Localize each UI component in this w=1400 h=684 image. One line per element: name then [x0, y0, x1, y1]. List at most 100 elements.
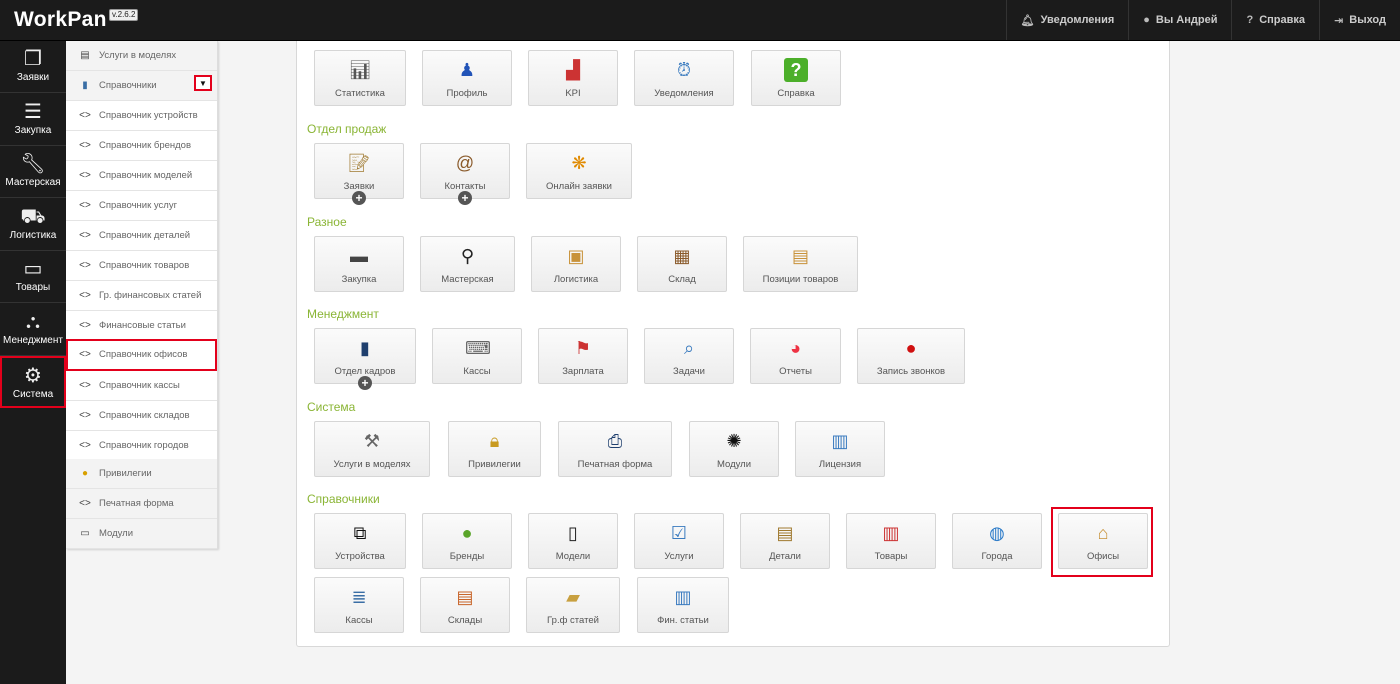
logout-link[interactable]: ⇥ Выход [1319, 0, 1400, 40]
checklist-icon: ☑ [670, 523, 688, 543]
code-icon: <> [79, 410, 91, 421]
tile-services[interactable]: ☑ Услуги [634, 513, 724, 569]
nav-logistics[interactable]: ⛟ Логистика [0, 199, 66, 251]
plus-icon[interactable]: + [352, 191, 366, 205]
tile-contacts[interactable]: @ Контакты + [420, 143, 510, 205]
submenu-fin-items[interactable]: <> Финансовые статьи [66, 311, 217, 341]
submenu-services-in-models[interactable]: ▤ Услуги в моделях [66, 41, 217, 71]
tile-print-form[interactable]: ⎙ Печатная форма [558, 421, 672, 477]
nav-workshop[interactable]: 🔧︎ Мастерская [0, 146, 66, 198]
tile-label: Устройства [335, 551, 385, 562]
tile-cities[interactable]: ◍ Города [952, 513, 1042, 569]
tile-label: Офисы [1086, 551, 1120, 562]
submenu-print-form[interactable]: <> Печатная форма [66, 489, 217, 519]
chevron-down-icon[interactable]: ▼ [194, 75, 212, 91]
tile-logistics[interactable]: ▣ Логистика [531, 236, 621, 292]
nav-goods[interactable]: ▭ Товары [0, 251, 66, 303]
submenu-services[interactable]: <> Справочник услуг [66, 191, 217, 221]
nav-requests[interactable]: ❐ Заявки [0, 41, 66, 93]
submenu-fin-groups[interactable]: <> Гр. финансовых статей [66, 281, 217, 311]
submenu-models[interactable]: <> Справочник моделей [66, 161, 217, 191]
tile-warehouses[interactable]: ▤ Склады [420, 577, 510, 633]
tile-fin-groups[interactable]: ▰ Гр.ф статей [526, 577, 620, 633]
user-link[interactable]: ● Вы Андрей [1128, 0, 1231, 40]
tile-privileges[interactable]: 🔒︎ Привилегии [448, 421, 541, 477]
org-chart-icon: ⛬ [26, 311, 40, 333]
presentation-icon: 📊︎ [348, 60, 372, 80]
globe-icon: ◍ [989, 523, 1005, 543]
tile-fin-items[interactable]: ▥ Фин. статьи [637, 577, 729, 633]
tile-label: Лицензия [818, 459, 862, 470]
phone-icon: ▯ [568, 523, 578, 543]
tile-label: KPI [565, 88, 581, 99]
tile-label: Онлайн заявки [546, 181, 612, 192]
nav-purchase[interactable]: ☰ Закупка [0, 94, 66, 146]
tile-label: Печатная форма [577, 459, 653, 470]
submenu-cash[interactable]: <> Справочник кассы [66, 371, 217, 401]
tile-workshop[interactable]: ⚲ Мастерская [420, 236, 515, 292]
tile-kpi[interactable]: ▟ KPI [528, 50, 618, 106]
tile-devices[interactable]: ⧉ Устройства [314, 513, 406, 569]
tile-notifications[interactable]: ⏰︎ Уведомления [634, 50, 734, 106]
tile-services-in-models[interactable]: ⚒ Услуги в моделях [314, 421, 430, 477]
submenu-warehouses[interactable]: <> Справочник складов [66, 401, 217, 431]
submenu-goods[interactable]: <> Справочник товаров [66, 251, 217, 281]
tile-license[interactable]: ▥ Лицензия [795, 421, 885, 477]
tile-models[interactable]: ▯ Модели [528, 513, 618, 569]
nav-label: Система [12, 389, 54, 400]
tile-cash-registers[interactable]: ⌨ Кассы [432, 328, 522, 384]
submenu-privileges[interactable]: ● Привилегии [66, 459, 217, 489]
tile-statistics[interactable]: 📊︎ Статистика [314, 50, 406, 106]
code-icon: <> [79, 140, 91, 151]
tile-salary[interactable]: ⚑ Зарплата [538, 328, 628, 384]
tile-parts[interactable]: ▤ Детали [740, 513, 830, 569]
section-directories: Справочники [307, 492, 380, 506]
tile-reports[interactable]: ◕ Отчеты [750, 328, 841, 384]
submenu-cities[interactable]: <> Справочник городов [66, 431, 217, 461]
submenu-label: Справочник устройств [99, 110, 198, 121]
tile-warehouse[interactable]: ▦ Склад [637, 236, 727, 292]
tile-help[interactable]: ? Справка [751, 50, 841, 106]
submenu-offices[interactable]: <> Справочник офисов [66, 339, 217, 371]
plus-icon[interactable]: + [458, 191, 472, 205]
tile-profile[interactable]: ♟ Профиль [422, 50, 512, 106]
tile-online-requests[interactable]: ❋ Онлайн заявки [526, 143, 632, 199]
logout-icon: ⇥ [1334, 14, 1344, 27]
nav-system[interactable]: ⚙ Система [0, 356, 66, 408]
submenu-modules[interactable]: ▭ Модули [66, 519, 217, 549]
submenu-label: Справочник товаров [99, 260, 190, 271]
tile-label: Модели [555, 551, 591, 562]
tile-label: Запись звонков [876, 366, 946, 377]
submenu-directories[interactable]: ▮ Справочники ▼ [66, 71, 217, 101]
submenu-parts[interactable]: <> Справочник деталей [66, 221, 217, 251]
box-icon: ▣ [567, 246, 585, 266]
notifications-link[interactable]: 🔔︎ Уведомления [1005, 0, 1129, 40]
tile-label: Уведомления [654, 88, 714, 99]
help-link[interactable]: ? Справка [1231, 0, 1319, 40]
tile-purchase[interactable]: ▬ Закупка [314, 236, 404, 292]
nav-management[interactable]: ⛬ Менеджмент [0, 304, 66, 356]
submenu-label: Услуги в моделях [99, 50, 177, 61]
tile-modules[interactable]: ✺ Модули [689, 421, 779, 477]
tile-brands[interactable]: ● Бренды [422, 513, 512, 569]
plus-icon[interactable]: + [358, 376, 372, 390]
wrench-icon: 🔧︎ [20, 153, 46, 175]
nav-label: Мастерская [5, 177, 61, 188]
cash-register-icon: ⌨ [465, 338, 491, 358]
tile-label: Зарплата [562, 366, 604, 377]
tile-call-recording[interactable]: ● Запись звонков [857, 328, 965, 384]
user-label: Вы Андрей [1155, 14, 1218, 26]
tile-requests[interactable]: 📝︎ Заявки + [314, 143, 404, 205]
tile-offices[interactable]: ⌂ Офисы [1058, 513, 1148, 569]
magnifier-gear-icon: ⚲ [460, 246, 475, 266]
tile-label: Отчеты [779, 366, 812, 377]
app-logo[interactable]: WorkPan [14, 8, 107, 32]
tile-label: Города [981, 551, 1013, 562]
tile-tasks[interactable]: ⌕ Задачи [644, 328, 734, 384]
tile-hr[interactable]: ▮ Отдел кадров + [314, 328, 416, 390]
submenu-brands[interactable]: <> Справочник брендов [66, 131, 217, 161]
submenu-devices[interactable]: <> Справочник устройств [66, 101, 217, 131]
tile-goods[interactable]: ▥ Товары [846, 513, 936, 569]
tile-goods-positions[interactable]: ▤ Позиции товаров [743, 236, 858, 292]
tile-cash[interactable]: ≣ Кассы [314, 577, 404, 633]
